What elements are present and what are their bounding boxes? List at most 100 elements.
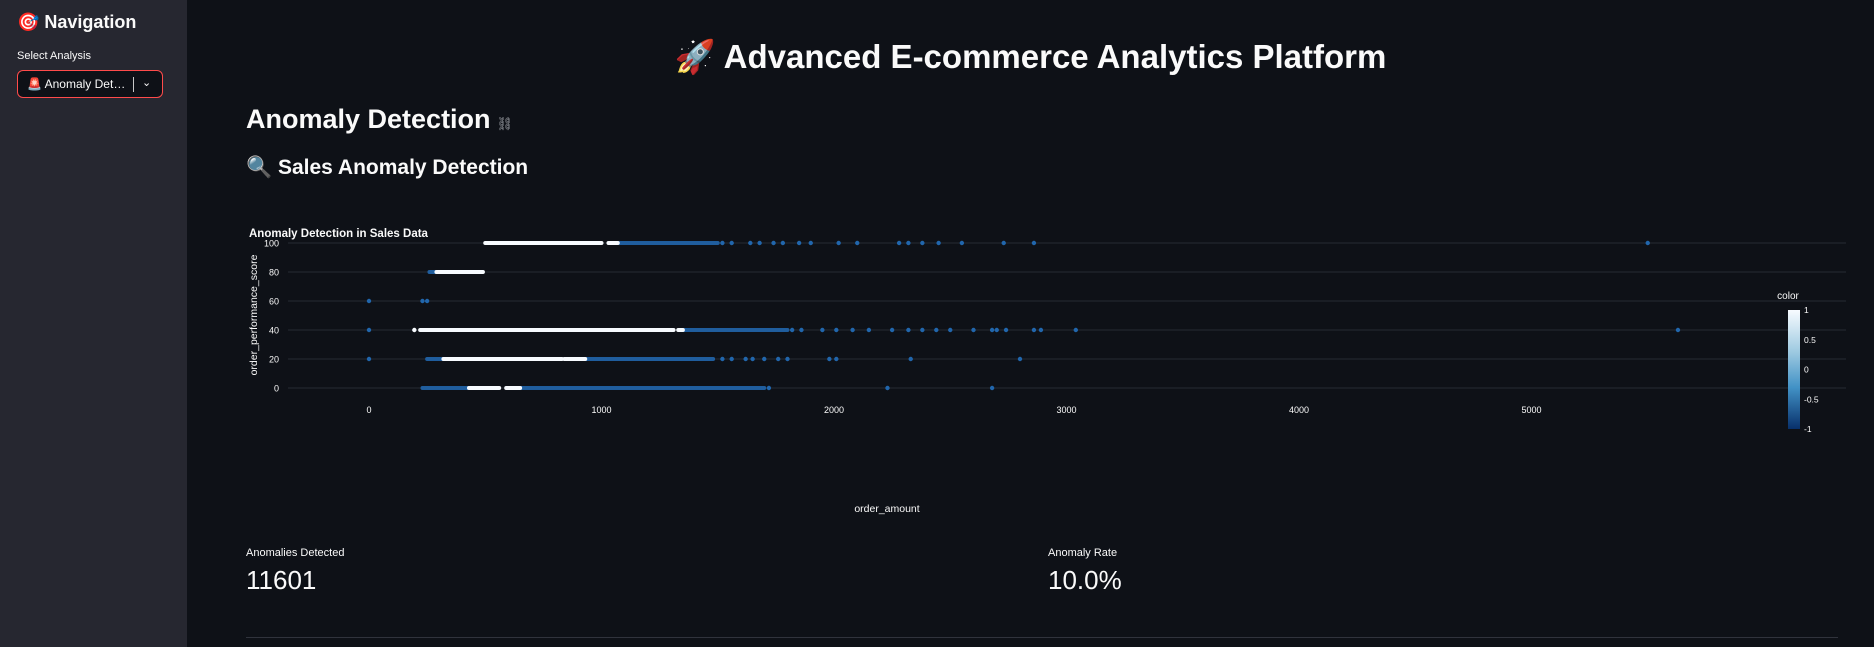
- anomaly-point: [908, 356, 913, 362]
- section-title: Anomaly Detection: [246, 104, 491, 134]
- colorbar-tick-label: -1: [1804, 424, 1812, 434]
- anomaly-point: [420, 298, 425, 304]
- anomaly-point: [1038, 327, 1044, 333]
- colorbar-tick-label: 0.5: [1804, 335, 1816, 345]
- chevron-down-icon[interactable]: ⌄: [142, 76, 151, 89]
- y-tick-label: 40: [269, 326, 279, 336]
- anomaly-point: [1017, 356, 1023, 362]
- y-tick-label: 20: [269, 355, 279, 365]
- anomaly-point: [1031, 240, 1037, 246]
- analysis-select[interactable]: 🚨 Anomaly Detection ⌄: [17, 70, 163, 98]
- anomaly-point: [948, 327, 953, 333]
- x-tick-label: 0: [366, 405, 371, 415]
- metric-value: 10.0%: [1048, 565, 1122, 595]
- sidebar: 🎯 Navigation Select Analysis 🚨 Anomaly D…: [0, 0, 187, 647]
- anomaly-point: [834, 356, 839, 362]
- metric-label: Anomaly Rate: [1048, 547, 1118, 559]
- colorbar-tick-label: -0.5: [1804, 394, 1819, 404]
- anomaly-point: [729, 356, 734, 362]
- anomaly-point: [1675, 327, 1681, 333]
- anomaly-point: [889, 327, 895, 333]
- anomaly-point: [885, 385, 890, 391]
- anomaly-point: [757, 240, 762, 246]
- anomaly-point: [920, 327, 925, 333]
- y-tick-label: 100: [264, 239, 279, 249]
- main-content: 🚀 Advanced E-commerce Analytics Platform…: [187, 0, 1874, 647]
- colorbar-tick-labels: 1 0.5 0 -0.5 -1: [1804, 305, 1819, 434]
- anomaly-point: [989, 385, 995, 391]
- anomaly-point: [855, 240, 860, 246]
- anomaly-point: [959, 240, 965, 246]
- y-tick-labels: 0 20 40 60 80 100: [264, 239, 279, 394]
- anomaly-point: [834, 327, 839, 333]
- anomaly-point: [729, 240, 734, 246]
- anomaly-point: [796, 240, 802, 246]
- anomaly-point: [366, 356, 372, 362]
- anomaly-point: [743, 356, 748, 362]
- section-header: Anomaly Detection ⛓: [246, 104, 513, 135]
- anomaly-point: [750, 356, 755, 362]
- metric-anomaly-rate: Anomaly Rate 10.0%: [1048, 547, 1122, 596]
- anomaly-point: [748, 240, 753, 246]
- anomaly-point: [936, 240, 941, 246]
- anomaly-point: [771, 240, 776, 246]
- anomaly-point: [366, 327, 372, 333]
- anomaly-point: [720, 240, 725, 246]
- anomaly-point: [920, 240, 925, 246]
- anomaly-point: [827, 356, 832, 362]
- anomaly-point: [866, 327, 872, 333]
- divider: [246, 637, 1838, 638]
- colorbar-tick-label: 1: [1804, 305, 1809, 315]
- x-tick-label: 1000: [591, 405, 611, 415]
- chart-gridlines: [288, 242, 1846, 389]
- y-axis-title: order_performance_score: [248, 254, 260, 375]
- anomaly-point: [766, 385, 772, 391]
- analysis-select-value: 🚨 Anomaly Detection: [27, 77, 127, 91]
- link-icon[interactable]: ⛓: [497, 116, 514, 131]
- anomaly-point: [780, 240, 786, 246]
- anomaly-point: [366, 298, 372, 304]
- anomaly-point: [1001, 240, 1006, 246]
- anomaly-point: [776, 356, 781, 362]
- anomaly-point: [934, 327, 939, 333]
- select-analysis-label: Select Analysis: [17, 50, 91, 62]
- select-separator: [133, 77, 134, 92]
- app-title: 🚀 Advanced E-commerce Analytics Platform: [674, 38, 1387, 75]
- metric-value: 11601: [246, 565, 317, 595]
- anomaly-point: [896, 240, 902, 246]
- anomaly-point: [1073, 327, 1078, 333]
- anomaly-point: [808, 240, 813, 246]
- anomaly-point: [720, 356, 725, 362]
- normal-points: [412, 241, 685, 390]
- y-tick-label: 80: [269, 268, 279, 278]
- metric-anomalies-detected: Anomalies Detected 11601: [246, 547, 344, 596]
- anomaly-point: [424, 298, 430, 304]
- x-tick-labels: 0 1000 2000 3000 4000 5000: [366, 405, 1541, 415]
- anomaly-point: [1645, 240, 1650, 246]
- normal-point: [412, 327, 417, 333]
- anomaly-point: [1003, 327, 1009, 333]
- y-tick-label: 0: [274, 384, 279, 394]
- metric-label: Anomalies Detected: [246, 547, 345, 559]
- colorbar-tick-label: 0: [1804, 365, 1809, 375]
- x-tick-label: 3000: [1056, 405, 1076, 415]
- anomaly-point: [762, 356, 767, 362]
- sidebar-title: 🎯 Navigation: [17, 12, 137, 32]
- anomaly-point: [836, 240, 841, 246]
- anomaly-point: [906, 240, 911, 246]
- anomaly-point: [850, 327, 855, 333]
- anomaly-point: [1031, 327, 1037, 333]
- anomaly-point: [994, 327, 999, 333]
- x-tick-label: 2000: [824, 405, 844, 415]
- anomaly-point: [906, 327, 911, 333]
- colorbar-gradient: [1788, 310, 1800, 429]
- colorbar-title: color: [1777, 291, 1799, 302]
- anomaly-point: [789, 327, 795, 333]
- x-tick-label: 4000: [1289, 405, 1309, 415]
- anomaly-point: [971, 327, 976, 333]
- y-tick-label: 60: [269, 297, 279, 307]
- anomaly-scatter-chart[interactable]: Anomaly Detection in Sales Data 02040608…: [246, 215, 1846, 515]
- x-tick-label: 5000: [1521, 405, 1541, 415]
- anomaly-points: [366, 240, 1681, 391]
- colorbar: color 1 0.5 0 -0.5 -1: [1777, 291, 1819, 434]
